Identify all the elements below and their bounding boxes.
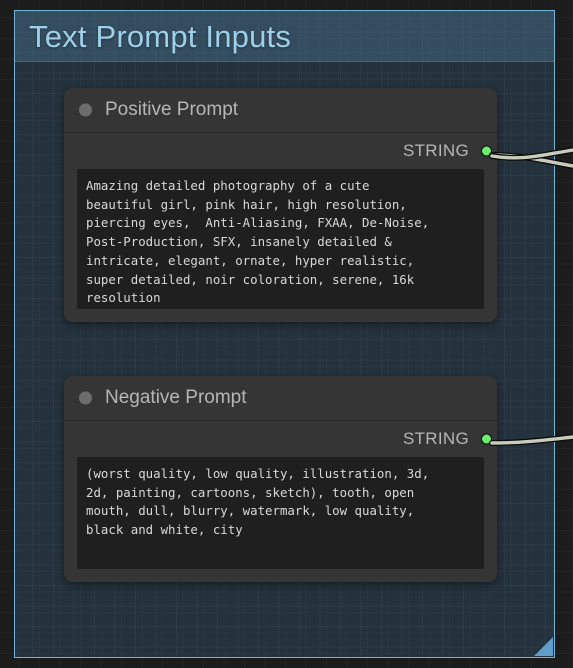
node-negative-prompt[interactable]: Negative Prompt STRING (worst quality, l…: [64, 376, 497, 582]
positive-prompt-textarea[interactable]: Amazing detailed photography of a cute b…: [77, 169, 484, 309]
collapse-dot-icon[interactable]: [79, 391, 92, 405]
group-titlebar[interactable]: Text Prompt Inputs: [15, 11, 554, 62]
output-slot-string[interactable]: STRING: [64, 421, 497, 457]
node-positive-prompt-header[interactable]: Positive Prompt: [64, 88, 497, 133]
node-negative-prompt-body: STRING (worst quality, low quality, illu…: [64, 421, 497, 569]
group-resize-handle[interactable]: [534, 637, 553, 656]
node-positive-prompt-title: Positive Prompt: [105, 99, 239, 120]
collapse-dot-icon[interactable]: [79, 103, 92, 117]
output-slot-label: STRING: [402, 429, 469, 448]
negative-prompt-textarea[interactable]: (worst quality, low quality, illustratio…: [77, 457, 484, 569]
node-negative-prompt-header[interactable]: Negative Prompt: [64, 376, 497, 421]
node-positive-prompt[interactable]: Positive Prompt STRING Amazing detailed …: [64, 88, 497, 322]
node-negative-prompt-title: Negative Prompt: [105, 387, 247, 408]
node-positive-prompt-body: STRING Amazing detailed photography of a…: [64, 133, 497, 309]
output-slot-label: STRING: [402, 141, 469, 160]
node-graph-canvas[interactable]: Text Prompt Inputs Positive Prompt STRIN…: [0, 0, 573, 668]
output-slot-dot-icon[interactable]: [481, 433, 492, 445]
output-slot-dot-icon[interactable]: [481, 145, 492, 157]
output-slot-string[interactable]: STRING: [64, 133, 497, 169]
group-title: Text Prompt Inputs: [29, 19, 292, 54]
